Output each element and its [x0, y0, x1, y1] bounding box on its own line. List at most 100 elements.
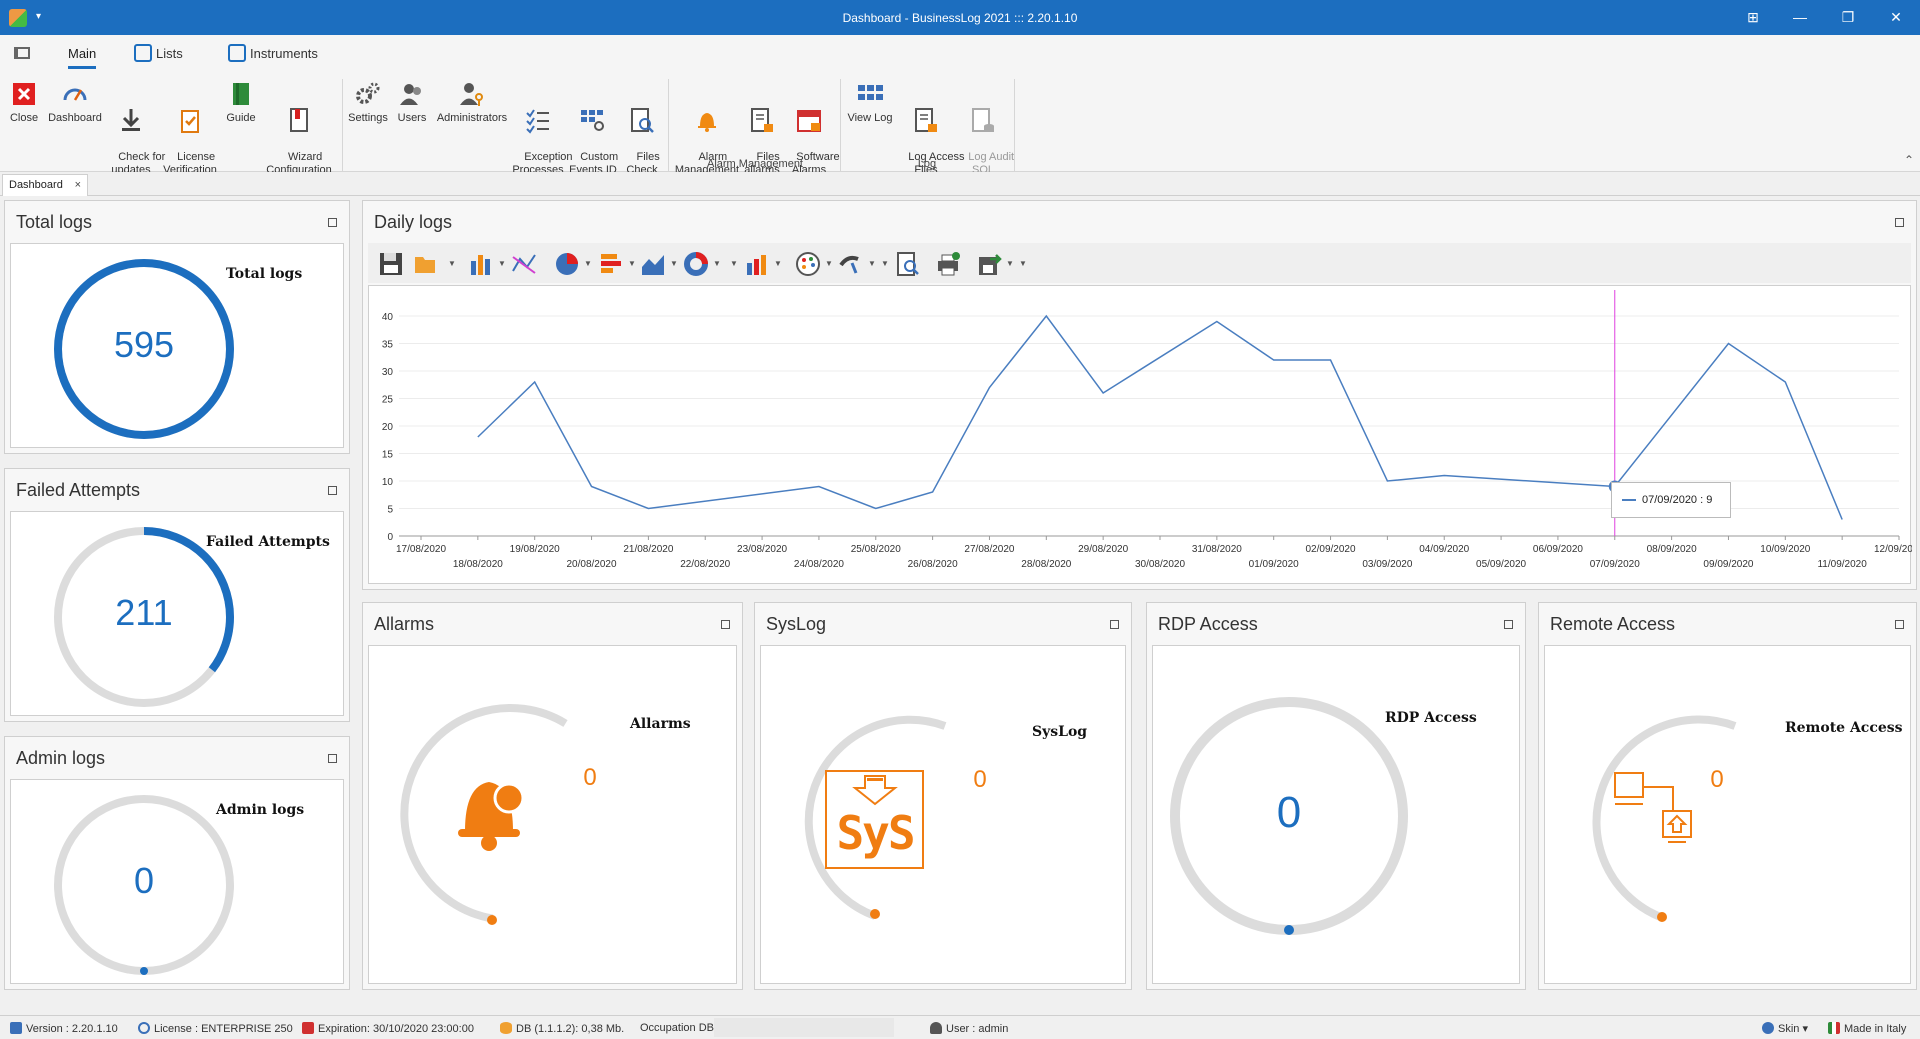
export-dropdown-icon[interactable]: ▼ [1006, 259, 1014, 268]
maximize-icon[interactable] [1504, 620, 1513, 629]
scatter-line-icon[interactable] [511, 251, 537, 277]
view-log-button[interactable]: View Log [846, 80, 894, 125]
ribbon-collapse-icon[interactable]: ⌃ [1904, 153, 1914, 167]
more-dropdown-icon[interactable]: ▼ [730, 259, 738, 268]
brush-dropdown-icon[interactable]: ▼ [868, 259, 876, 268]
gauge-container: Remote Access 0 [1544, 645, 1911, 984]
panel-title: Allarms [374, 614, 434, 635]
open-dropdown-icon[interactable]: ▼ [448, 259, 456, 268]
tab-instruments[interactable]: Instruments [228, 43, 318, 69]
toolbar-overflow-icon[interactable]: ▼ [1019, 259, 1027, 268]
bar-chart-icon[interactable] [468, 251, 494, 277]
guide-button[interactable]: Guide [226, 80, 256, 125]
maximize-icon[interactable] [1895, 218, 1904, 227]
gauge-icon [61, 80, 89, 108]
administrators-button[interactable]: Administrators [436, 80, 508, 125]
admin-key-icon [458, 80, 486, 108]
settings-button[interactable]: Settings [346, 80, 390, 125]
close-window-button[interactable]: ✕ [1881, 6, 1911, 28]
skin-button[interactable]: Skin ▾ [1762, 1022, 1808, 1035]
maximize-icon[interactable] [328, 218, 337, 227]
gauge-container: Allarms 0 [368, 645, 737, 984]
area-chart-icon[interactable] [640, 251, 666, 277]
dashboard-label: Dashboard [48, 112, 102, 124]
restore-button[interactable]: ❐ [1833, 6, 1863, 28]
save-icon[interactable] [378, 251, 404, 277]
skin-text: Skin [1778, 1023, 1799, 1035]
status-occupation-label: Occupation DB [640, 1022, 714, 1034]
tab-lists[interactable]: Lists [134, 43, 183, 69]
area-dropdown-icon[interactable]: ▼ [670, 259, 678, 268]
checklist-icon [524, 106, 552, 134]
file-lock-icon [748, 106, 776, 134]
tab-instruments-label: Instruments [250, 46, 318, 61]
daily-logs-chart[interactable]: 051015202530354017/08/202018/08/202019/0… [368, 285, 1911, 584]
gears-icon [354, 80, 382, 108]
tab-main[interactable]: Main [68, 43, 96, 69]
doughnut-dropdown-icon[interactable]: ▼ [713, 259, 721, 268]
maximize-icon[interactable] [1895, 620, 1904, 629]
more-options-dropdown-icon[interactable]: ▼ [881, 259, 889, 268]
panel-title: Total logs [16, 212, 92, 233]
close-label: Close [10, 112, 38, 124]
status-bar: Version : 2.20.1.10 License : ENTERPRISE… [0, 1015, 1920, 1039]
tab-dashboard[interactable]: Dashboard × [2, 174, 88, 196]
pie-chart-icon[interactable] [554, 251, 580, 277]
panel-rdp-access: RDP Access RDP Access 0 [1146, 602, 1526, 990]
tab-main-label: Main [68, 46, 96, 61]
x-tick-label: 08/09/2020 [1647, 544, 1697, 555]
export-icon[interactable] [976, 251, 1002, 277]
document-tab-bar: Dashboard × [0, 172, 1920, 196]
print-icon[interactable] [935, 251, 961, 277]
combo-chart-icon[interactable] [744, 251, 770, 277]
open-folder-icon[interactable] [413, 251, 439, 277]
gauge-marker [487, 915, 497, 925]
x-tick-label: 01/09/2020 [1249, 559, 1299, 570]
gauge-value: 0 [575, 764, 605, 792]
bar-dropdown-icon[interactable]: ▼ [498, 259, 506, 268]
user-text: User : admin [946, 1023, 1008, 1035]
download-icon [117, 106, 145, 134]
remote-access-gauge [1545, 646, 1912, 985]
maximize-icon[interactable] [328, 486, 337, 495]
bell-icon [693, 106, 721, 134]
close-tab-icon[interactable]: × [75, 175, 81, 195]
clipboard-check-icon [176, 106, 204, 134]
close-button[interactable]: Close [8, 80, 40, 125]
minimize-button[interactable]: — [1785, 6, 1815, 28]
x-tick-label: 31/08/2020 [1192, 544, 1242, 555]
combo-dropdown-icon[interactable]: ▼ [774, 259, 782, 268]
ribbon-separator [1014, 79, 1015, 171]
license-text: License : ENTERPRISE 250 [154, 1023, 293, 1035]
users-label: Users [398, 112, 427, 124]
help-button[interactable]: ⊞ [1738, 6, 1768, 28]
allarms-gauge [369, 646, 738, 985]
print-preview-icon[interactable] [895, 251, 921, 277]
palette-icon[interactable] [795, 251, 821, 277]
horizontal-bar-icon[interactable] [598, 251, 624, 277]
status-license: License : ENTERPRISE 250 [138, 1022, 293, 1035]
palette-dropdown-icon[interactable]: ▼ [825, 259, 833, 268]
gauge-label: Allarms [630, 716, 691, 732]
guide-label: Guide [226, 112, 255, 124]
hbar-dropdown-icon[interactable]: ▼ [628, 259, 636, 268]
maximize-icon[interactable] [721, 620, 730, 629]
doughnut-chart-icon[interactable] [683, 251, 709, 277]
panel-admin-logs: Admin logs Admin logs 0 [4, 736, 350, 990]
syslog-gauge [761, 646, 1127, 985]
grid-search-icon [579, 106, 607, 134]
users-button[interactable]: Users [394, 80, 430, 125]
x-tick-label: 18/08/2020 [453, 559, 503, 570]
dashboard-button[interactable]: Dashboard [46, 80, 104, 125]
gauge-value: 0 [1229, 788, 1349, 838]
panel-total-logs: Total logs Total logs 595 [4, 200, 350, 454]
pie-dropdown-icon[interactable]: ▼ [584, 259, 592, 268]
x-tick-label: 02/09/2020 [1306, 544, 1356, 555]
style-brush-icon[interactable] [838, 251, 864, 277]
x-tick-label: 23/08/2020 [737, 544, 787, 555]
maximize-icon[interactable] [328, 754, 337, 763]
maximize-icon[interactable] [1110, 620, 1119, 629]
file-search-icon [628, 106, 656, 134]
y-tick-label: 40 [382, 312, 394, 323]
window-title: Dashboard - BusinessLog 2021 ::: 2.20.1.… [0, 11, 1920, 25]
